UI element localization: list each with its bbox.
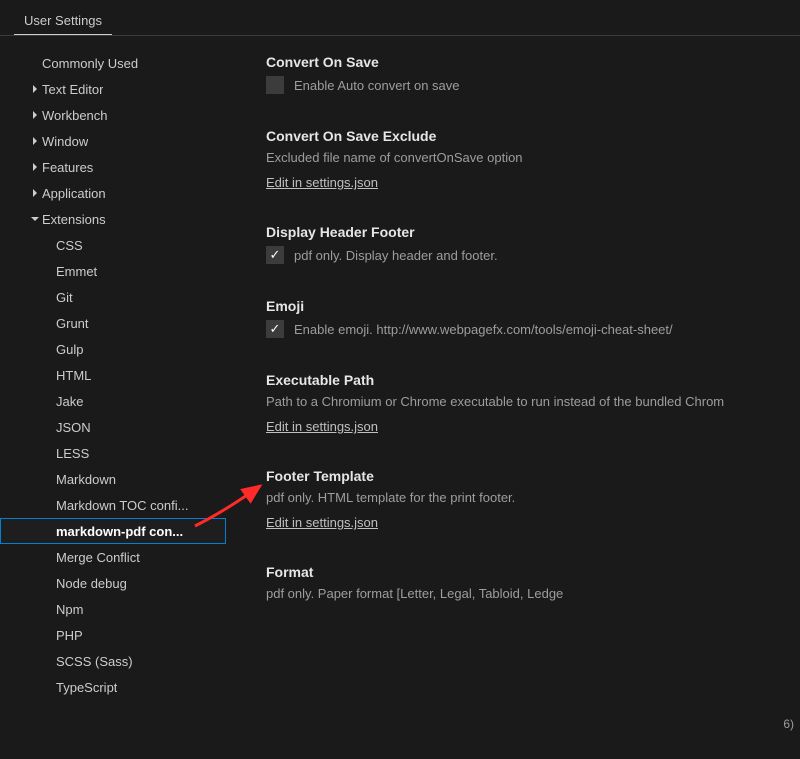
tree-item-label: PHP xyxy=(56,628,83,643)
tree-item[interactable]: JSON xyxy=(0,414,226,440)
tree-item-label: TypeScript xyxy=(56,680,117,695)
tree-item[interactable]: Git xyxy=(0,284,226,310)
checkbox[interactable]: ✓ xyxy=(266,246,284,264)
tree-item[interactable]: Window xyxy=(0,128,226,154)
chevron-right-icon[interactable] xyxy=(30,110,40,120)
tree-item-label: Application xyxy=(42,186,106,201)
checkbox-label: pdf only. Display header and footer. xyxy=(294,248,498,263)
setting-checkbox-row: ✓ pdf only. Display header and footer. xyxy=(266,246,800,264)
chevron-down-icon[interactable] xyxy=(30,214,40,224)
tree-item-label: Window xyxy=(42,134,88,149)
tree-item[interactable]: Node debug xyxy=(0,570,226,596)
tree-item-label: Npm xyxy=(56,602,83,617)
tree-item[interactable]: HTML xyxy=(0,362,226,388)
tree-item[interactable]: Jake xyxy=(0,388,226,414)
setting-format: Format pdf only. Paper format [Letter, Le… xyxy=(266,564,800,601)
tree-item-label: Merge Conflict xyxy=(56,550,140,565)
tree-item-label: Text Editor xyxy=(42,82,103,97)
setting-convert-on-save: Convert On Save ✓ Enable Auto convert on s… xyxy=(266,54,800,94)
checkbox-label: Enable Auto convert on save xyxy=(294,78,460,93)
setting-title: Convert On Save Exclude xyxy=(266,128,800,144)
tree-item[interactable]: Workbench xyxy=(0,102,226,128)
tree-item[interactable]: Markdown xyxy=(0,466,226,492)
tabbar: User Settings xyxy=(0,0,800,36)
page-number: 6) xyxy=(783,717,794,731)
tree-item[interactable]: Application xyxy=(0,180,226,206)
tree-item[interactable]: Markdown TOC confi... xyxy=(0,492,226,518)
tree-item[interactable]: SCSS (Sass) xyxy=(0,648,226,674)
tree-item[interactable]: Merge Conflict xyxy=(0,544,226,570)
tree-item-label: CSS xyxy=(56,238,83,253)
tree-item-label: LESS xyxy=(56,446,89,461)
chevron-right-icon[interactable] xyxy=(30,84,40,94)
setting-description: pdf only. Paper format [Letter, Legal, T… xyxy=(266,586,800,601)
setting-title: Emoji xyxy=(266,298,800,314)
setting-checkbox-row: ✓ Enable Auto convert on save xyxy=(266,76,800,94)
tree-item-label: Grunt xyxy=(56,316,89,331)
settings-tree: Commonly Used Text Editor Workbench Window F… xyxy=(0,36,226,759)
tree-item-label: Gulp xyxy=(56,342,83,357)
setting-description: pdf only. HTML template for the print fo… xyxy=(266,490,800,505)
tree-item[interactable]: Extensions xyxy=(0,206,226,232)
tree-item-label: Node debug xyxy=(56,576,127,591)
setting-title: Executable Path xyxy=(266,372,800,388)
setting-title: Convert On Save xyxy=(266,54,800,70)
edit-in-settings-json-link[interactable]: Edit in settings.json xyxy=(266,515,378,530)
tree-item-label: Features xyxy=(42,160,93,175)
tree-item[interactable]: Features xyxy=(0,154,226,180)
tree-item-label: Markdown TOC confi... xyxy=(56,498,188,513)
setting-title: Format xyxy=(266,564,800,580)
checkbox[interactable]: ✓ xyxy=(266,320,284,338)
tree-item-label: SCSS (Sass) xyxy=(56,654,133,669)
tree-item-label: Emmet xyxy=(56,264,97,279)
settings-content: Convert On Save ✓ Enable Auto convert on s… xyxy=(226,36,800,759)
tree-item[interactable]: LESS xyxy=(0,440,226,466)
tree-item[interactable]: TypeScript xyxy=(0,674,226,700)
tree-item[interactable]: Grunt xyxy=(0,310,226,336)
chevron-right-icon[interactable] xyxy=(30,188,40,198)
tree-item-label: HTML xyxy=(56,368,91,383)
tree-item[interactable]: markdown-pdf con... xyxy=(0,518,226,544)
tree-item[interactable]: Npm xyxy=(0,596,226,622)
tree-item-label: Workbench xyxy=(42,108,108,123)
setting-title: Display Header Footer xyxy=(266,224,800,240)
chevron-right-icon[interactable] xyxy=(30,136,40,146)
tree-item-label: JSON xyxy=(56,420,91,435)
tree-item[interactable]: Emmet xyxy=(0,258,226,284)
tree-item-label: Git xyxy=(56,290,73,305)
setting-convert-on-save-exclude: Convert On Save Exclude Excluded file nam… xyxy=(266,128,800,190)
setting-emoji: Emoji ✓ Enable emoji. http://www.webpagefx… xyxy=(266,298,800,338)
edit-in-settings-json-link[interactable]: Edit in settings.json xyxy=(266,419,378,434)
tree-item[interactable]: CSS xyxy=(0,232,226,258)
tree-item[interactable]: PHP xyxy=(0,622,226,648)
tab-user-settings[interactable]: User Settings xyxy=(14,5,112,35)
checkbox[interactable]: ✓ xyxy=(266,76,284,94)
checkbox-label: Enable emoji. http://www.webpagefx.com/t… xyxy=(294,322,673,337)
setting-title: Footer Template xyxy=(266,468,800,484)
setting-executable-path: Executable Path Path to a Chromium or Chr… xyxy=(266,372,800,434)
tree-item[interactable]: Gulp xyxy=(0,336,226,362)
tree-item[interactable]: Text Editor xyxy=(0,76,226,102)
setting-footer-template: Footer Template pdf only. HTML template f… xyxy=(266,468,800,530)
tree-item-label: Markdown xyxy=(56,472,116,487)
tree-item-label: markdown-pdf con... xyxy=(56,524,183,539)
tree-item-label: Extensions xyxy=(42,212,106,227)
tree-item-label: Commonly Used xyxy=(42,56,138,71)
setting-checkbox-row: ✓ Enable emoji. http://www.webpagefx.com/… xyxy=(266,320,800,338)
setting-description: Path to a Chromium or Chrome executable … xyxy=(266,394,800,409)
tree-item-label: Jake xyxy=(56,394,83,409)
chevron-right-icon[interactable] xyxy=(30,162,40,172)
setting-description: Excluded file name of convertOnSave opti… xyxy=(266,150,800,165)
setting-display-header-footer: Display Header Footer ✓ pdf only. Display … xyxy=(266,224,800,264)
edit-in-settings-json-link[interactable]: Edit in settings.json xyxy=(266,175,378,190)
tree-item[interactable]: Commonly Used xyxy=(0,50,226,76)
